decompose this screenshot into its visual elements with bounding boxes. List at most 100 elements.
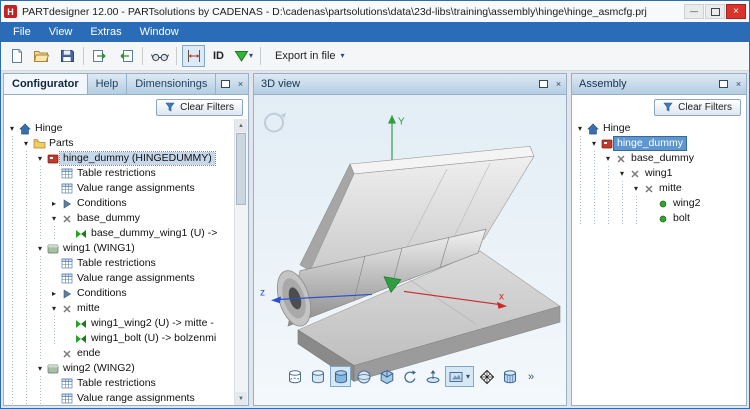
tree-item-hinge-dummy-hingedummy[interactable]: ▾ hinge_dummy (HINGEDUMMY) [6, 151, 234, 166]
tree-item-base-dummy-wing1-u[interactable]: base_dummy_wing1 (U) -> [6, 226, 234, 241]
collapse-icon[interactable]: ▾ [34, 151, 46, 166]
cylinder-quality-icon[interactable] [499, 366, 520, 387]
clear-filters-button[interactable]: Clear Filters [156, 98, 243, 116]
collapse-icon[interactable]: ▾ [588, 136, 600, 151]
orbit-widget-icon[interactable] [264, 112, 286, 133]
tree-item-wing1-bolt-u-bolzenmi[interactable]: wing1_bolt (U) -> bolzenmi [6, 331, 234, 346]
collapse-icon[interactable]: ▾ [602, 151, 614, 166]
collapse-icon[interactable]: ▾ [34, 361, 46, 376]
collapse-icon[interactable]: ▾ [574, 121, 586, 136]
shaded-icon[interactable] [329, 366, 351, 387]
close-panel-button[interactable]: × [551, 74, 566, 94]
view-preset-icon[interactable]: ▾ [444, 366, 475, 387]
scroll-down-button[interactable]: ▼ [235, 392, 247, 405]
dimensions-icon[interactable] [182, 45, 205, 67]
configurator-scrollbar[interactable]: ▲ ▼ [234, 119, 248, 405]
tree-item-table-restrictions[interactable]: Table restrictions [6, 256, 234, 271]
float-icon [539, 80, 548, 88]
cond-icon [60, 198, 74, 209]
tree-guide [6, 391, 20, 405]
menu-window[interactable]: Window [131, 24, 188, 40]
tree-item-mitte[interactable]: ▾ mitte [574, 181, 732, 196]
maximize-button[interactable] [705, 4, 725, 19]
tab-dimensionings[interactable]: Dimensionings [127, 74, 217, 94]
id-button[interactable]: ID [207, 45, 230, 67]
overflow-button[interactable]: » [522, 370, 536, 384]
expand-icon[interactable]: ▸ [48, 196, 60, 211]
import-part-icon[interactable] [89, 45, 112, 67]
tree-item-hinge[interactable]: ▾ Hinge [6, 121, 234, 136]
collapse-icon[interactable]: ▾ [20, 136, 32, 151]
tree-item-wing1-wing2-u-mitte[interactable]: wing1_wing2 (U) -> mitte - [6, 316, 234, 331]
export-part-icon[interactable] [114, 45, 137, 67]
tree-item-hinge-dummy[interactable]: ▾ hinge_dummy [574, 136, 732, 151]
glasses-icon[interactable] [148, 45, 171, 67]
collapse-icon[interactable]: ▾ [616, 166, 628, 181]
menu-file[interactable]: File [4, 24, 40, 40]
collapse-icon[interactable]: ▾ [48, 211, 60, 226]
scroll-thumb[interactable] [236, 133, 246, 205]
save-file-icon[interactable] [55, 45, 78, 67]
tab-help[interactable]: Help [88, 74, 128, 94]
close-button[interactable]: × [726, 4, 746, 19]
expand-icon[interactable]: ▸ [48, 286, 60, 301]
menu-view[interactable]: View [40, 24, 82, 40]
tree-item-wing2[interactable]: wing2 [574, 196, 732, 211]
collapse-icon[interactable]: ▾ [48, 301, 60, 316]
tree-guide [602, 166, 616, 181]
tree-item-table-restrictions[interactable]: Table restrictions [6, 376, 234, 391]
scroll-up-button[interactable]: ▲ [235, 119, 247, 132]
float-panel-button[interactable] [218, 74, 233, 94]
tree-guide [6, 196, 20, 211]
open-file-icon[interactable] [30, 45, 53, 67]
tree-item-value-range-assignments[interactable]: Value range assignments [6, 271, 234, 286]
close-panel-button[interactable]: × [233, 74, 248, 94]
3d-model[interactable]: Y x z [254, 95, 566, 405]
title-bar[interactable]: H PARTdesigner 12.00 - PARTsolutions by … [1, 1, 749, 22]
collapse-icon[interactable]: ▾ [34, 241, 46, 256]
tree-item-conditions[interactable]: ▸ Conditions [6, 286, 234, 301]
tree-guide [6, 301, 20, 316]
cube-view-icon[interactable] [376, 366, 397, 387]
tree-guide [20, 301, 34, 316]
tree-item-value-range-assignments[interactable]: Value range assignments [6, 181, 234, 196]
3d-view-title: 3D view [261, 78, 301, 90]
tree-item-ende[interactable]: ende [6, 346, 234, 361]
float-panel-button[interactable] [716, 74, 731, 94]
tree-item-parts[interactable]: ▾ Parts [6, 136, 234, 151]
tree-item-value-range-assignments[interactable]: Value range assignments [6, 391, 234, 405]
collapse-icon[interactable]: ▾ [630, 181, 642, 196]
turntable-icon[interactable] [422, 366, 443, 387]
part-selection-icon[interactable]: ▾ [232, 45, 255, 67]
sphere-view-icon[interactable] [353, 366, 374, 387]
new-file-icon[interactable] [5, 45, 28, 67]
tree-item-base-dummy[interactable]: ▾ base_dummy [6, 211, 234, 226]
tree-item-conditions[interactable]: ▸ Conditions [6, 196, 234, 211]
clear-filters-label: Clear Filters [678, 101, 732, 113]
filter-icon [165, 102, 175, 112]
collapse-icon[interactable]: ▾ [6, 121, 18, 136]
3d-viewport[interactable]: Y x z ▾ » [254, 95, 566, 405]
flat-shaded-icon[interactable] [307, 366, 328, 387]
menu-extras[interactable]: Extras [81, 24, 130, 40]
tab-configurator[interactable]: Configurator [4, 74, 88, 94]
tree-item-wing1-wing1[interactable]: ▾ wing1 (WING1) [6, 241, 234, 256]
x-axis-label: x [499, 291, 504, 302]
tree-guide [34, 331, 48, 346]
tree-item-base-dummy[interactable]: ▾ base_dummy [574, 151, 732, 166]
float-panel-button[interactable] [536, 74, 551, 94]
wireframe-icon[interactable] [284, 366, 305, 387]
tree-item-hinge[interactable]: ▾ Hinge [574, 121, 732, 136]
minimize-button[interactable]: — [684, 4, 704, 19]
clear-filters-button[interactable]: Clear Filters [654, 98, 741, 116]
export-in-file-button[interactable]: Export in file ▾ [266, 46, 354, 66]
tree-item-wing1[interactable]: ▾ wing1 [574, 166, 732, 181]
mesh-quality-icon[interactable] [476, 366, 497, 387]
tree-item-bolt[interactable]: bolt [574, 211, 732, 226]
tree-item-mitte[interactable]: ▾ mitte [6, 301, 234, 316]
close-panel-button[interactable]: × [731, 74, 746, 94]
table-icon [60, 168, 74, 179]
rotate-view-icon[interactable] [399, 366, 420, 387]
tree-item-wing2-wing2[interactable]: ▾ wing2 (WING2) [6, 361, 234, 376]
tree-item-table-restrictions[interactable]: Table restrictions [6, 166, 234, 181]
